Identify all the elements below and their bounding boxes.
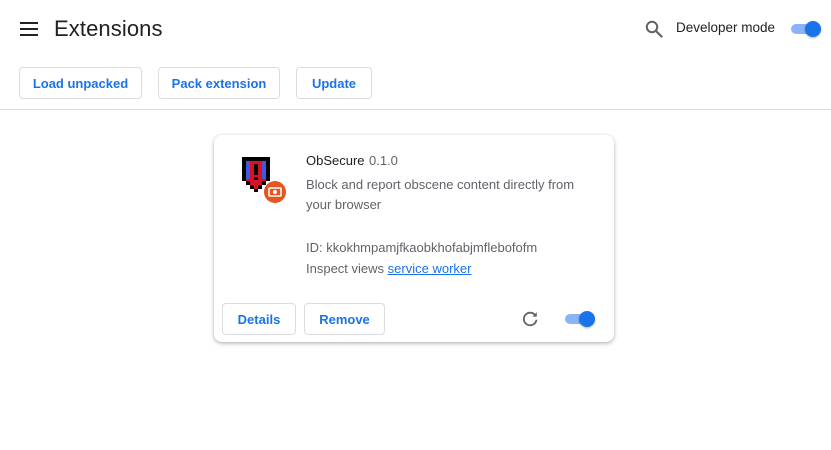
inspect-views: Inspect views service worker (306, 261, 471, 276)
extension-enable-toggle[interactable] (563, 311, 595, 327)
extensions-header: Extensions Developer mode (0, 0, 831, 58)
extension-id: ID: kkokhmpamjfkaobkhofabjmflebofofm (306, 240, 538, 255)
extension-description: Block and report obscene content directl… (306, 177, 575, 212)
inspect-views-label: Inspect views (306, 261, 385, 276)
toggle-knob (805, 21, 821, 37)
hamburger-menu-icon[interactable] (20, 22, 38, 36)
toggle-knob (579, 311, 595, 327)
service-worker-link[interactable]: service worker (388, 261, 472, 276)
page-title: Extensions (54, 16, 163, 41)
load-unpacked-button[interactable]: Load unpacked (19, 67, 142, 99)
extension-name: ObSecure (306, 153, 365, 168)
developer-mode-label: Developer mode (676, 20, 776, 35)
pack-extension-button[interactable]: Pack extension (158, 67, 280, 99)
update-button[interactable]: Update (296, 67, 372, 99)
developer-mode-toggle[interactable] (789, 21, 821, 37)
developer-toolbar: Load unpacked Pack extension Update (0, 58, 831, 110)
extension-version: 0.1.0 (369, 153, 398, 168)
search-icon[interactable] (645, 20, 663, 38)
details-button[interactable]: Details (222, 303, 296, 335)
unpacked-badge-icon (264, 181, 286, 203)
remove-button[interactable]: Remove (304, 303, 385, 335)
reload-icon[interactable] (521, 310, 539, 328)
extension-card: ObSecure 0.1.0 Block and report obscene … (214, 135, 614, 342)
